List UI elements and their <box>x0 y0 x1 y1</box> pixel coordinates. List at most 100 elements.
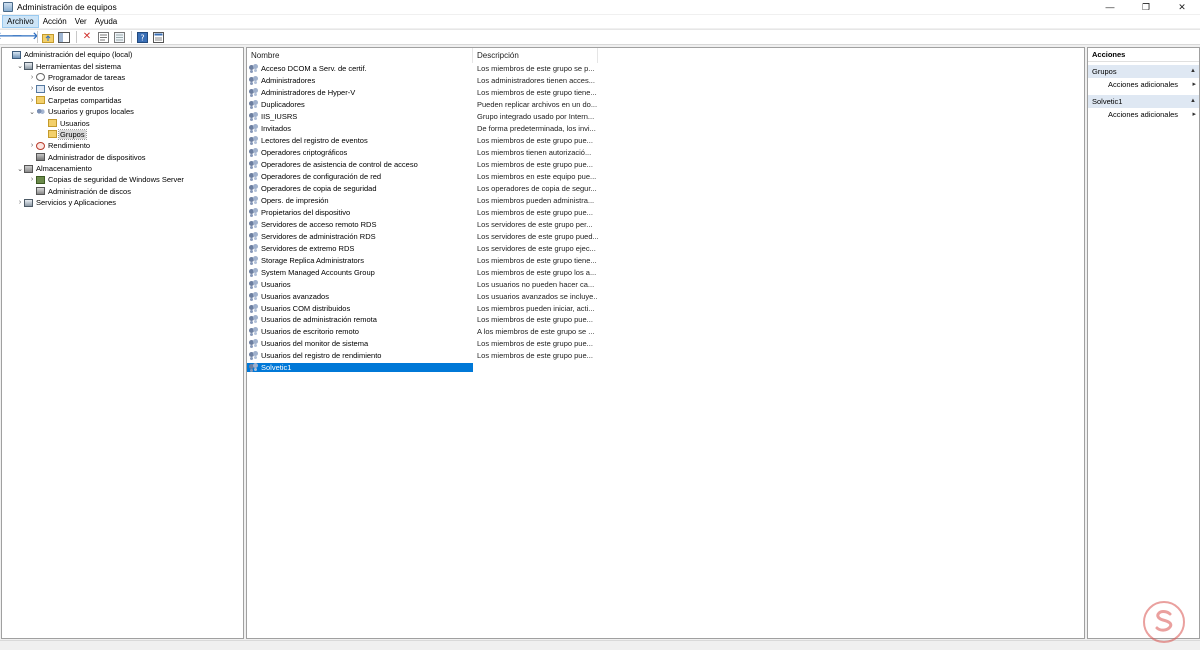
table-row[interactable]: Usuarios del monitor de sistema Los miemb… <box>247 338 1084 350</box>
group-description: Los miembros de este grupo pue... <box>477 315 593 325</box>
group-name: Operadores de asistencia de control de a… <box>261 160 418 170</box>
group-description: Los usuarios avanzados se incluye... <box>477 291 598 301</box>
tree-item-rendimiento[interactable]: › Rendimiento <box>2 140 243 151</box>
table-row[interactable]: Invitados De forma predeterminada, los in… <box>247 123 1084 135</box>
close-button[interactable]: ✕ <box>1164 0 1200 14</box>
table-row[interactable]: Usuarios COM distribuidos Los miembros pu… <box>247 302 1084 314</box>
table-row[interactable]: Propietarios del dispositivo Los miembros… <box>247 206 1084 218</box>
menu-ayuda[interactable]: Ayuda <box>91 15 122 28</box>
table-row[interactable]: Administradores Los administradores tiene… <box>247 75 1084 87</box>
tree-item-administracion-de-discos[interactable]: Administración de discos <box>2 186 243 197</box>
actions-pane: Acciones Grupos ▲ Acciones adicionales ▸ Sol… <box>1087 47 1200 639</box>
menu-accion[interactable]: Acción <box>39 15 71 28</box>
expand-chevron-icon[interactable]: › <box>28 142 36 149</box>
table-row[interactable]: Usuarios de escritorio remoto A los miemb… <box>247 326 1084 338</box>
tree-item-servicios-y-aplicaciones[interactable]: › Servicios y Aplicaciones <box>2 197 243 208</box>
tree-item-herramientas-del-sistema[interactable]: ⌄ Herramientas del sistema <box>2 60 243 71</box>
actions-section-title: Grupos <box>1092 67 1117 76</box>
collapse-chevron-icon[interactable]: ⌄ <box>16 62 24 70</box>
properties-icon[interactable] <box>96 30 110 44</box>
expand-chevron-icon[interactable]: › <box>28 176 36 183</box>
actions-section-grupos[interactable]: Grupos ▲ <box>1088 65 1199 78</box>
tree-item-usuarios[interactable]: Usuarios <box>2 117 243 128</box>
group-name: Operadores de copia de seguridad <box>261 184 377 193</box>
expand-chevron-icon[interactable]: › <box>16 199 24 206</box>
group-description: Los miembros de este grupo pue... <box>477 339 593 349</box>
minimize-button[interactable]: — <box>1092 0 1128 14</box>
tree-item-administrador-de-dispositivos[interactable]: Administrador de dispositivos <box>2 152 243 163</box>
tree-item-label: Grupos <box>58 128 87 140</box>
restore-button[interactable]: ❐ <box>1128 0 1164 14</box>
expand-chevron-icon[interactable]: › <box>28 74 36 81</box>
up-folder-icon[interactable] <box>41 30 55 44</box>
tools-icon <box>24 62 33 71</box>
column-header-description[interactable]: Descripción <box>473 48 598 63</box>
group-name: System Managed Accounts Group <box>261 267 375 277</box>
action-item-acciones-adicionales[interactable]: Acciones adicionales ▸ <box>1088 78 1199 92</box>
table-row[interactable]: Operadores criptográficos Los miembros ti… <box>247 147 1084 159</box>
group-icon <box>249 363 259 372</box>
tree-item-administracion-del-equipo-local[interactable]: Administración del equipo (local) <box>2 49 243 60</box>
table-row[interactable]: Servidores de acceso remoto RDS Los servi… <box>247 218 1084 230</box>
table-row[interactable]: Usuarios Los usuarios no pueden hacer ca.… <box>247 278 1084 290</box>
show-hide-tree-icon[interactable] <box>57 30 71 44</box>
actions-section-solvetic1[interactable]: Solvetic1 ▲ <box>1088 95 1199 108</box>
tree-item-carpetas-compartidas[interactable]: › Carpetas compartidas <box>2 95 243 106</box>
tree-item-usuarios-y-grupos-locales[interactable]: ⌄ Usuarios y grupos locales <box>2 106 243 117</box>
tree-item-visor-de-eventos[interactable]: › Visor de eventos <box>2 83 243 94</box>
column-header-name[interactable]: Nombre <box>247 48 473 63</box>
menu-ver[interactable]: Ver <box>71 15 91 28</box>
table-row[interactable]: Operadores de copia de seguridad Los oper… <box>247 183 1084 195</box>
table-row[interactable]: Usuarios de administración remota Los mie… <box>247 314 1084 326</box>
table-row[interactable]: Opers. de impresión Los miembros pueden a… <box>247 194 1084 206</box>
table-row[interactable]: Solvetic1 <box>247 362 1084 374</box>
tree-item-almacenamiento[interactable]: ⌄ Almacenamiento <box>2 163 243 174</box>
group-name-cell: Usuarios COM distribuidos <box>247 303 473 313</box>
action-item-acciones-adicionales[interactable]: Acciones adicionales ▸ <box>1088 108 1199 122</box>
group-description: Los servidores de este grupo pued... <box>477 231 598 241</box>
tree-item-label: Administrador de dispositivos <box>48 152 146 162</box>
table-row[interactable]: Administradores de Hyper-V Los miembros d… <box>247 87 1084 99</box>
collapse-triangle-icon[interactable]: ▲ <box>1190 65 1196 78</box>
toolbar-separator <box>76 31 77 43</box>
expand-chevron-icon[interactable]: › <box>28 97 36 104</box>
table-row[interactable]: Servidores de administración RDS Los serv… <box>247 230 1084 242</box>
tree-item-programador-de-tareas[interactable]: › Programador de tareas <box>2 72 243 83</box>
table-row[interactable]: Storage Replica Administrators Los miembr… <box>247 254 1084 266</box>
group-name-cell: Operadores de copia de seguridad <box>247 184 473 193</box>
tree-item-label: Rendimiento <box>48 141 91 151</box>
group-description: Los miembros de este grupo pue... <box>477 207 593 217</box>
action-item-label: Acciones adicionales <box>1108 80 1179 89</box>
table-row[interactable]: System Managed Accounts Group Los miembro… <box>247 266 1084 278</box>
table-row[interactable]: Duplicadores Pueden replicar archivos en … <box>247 99 1084 111</box>
tree-item-grupos[interactable]: Grupos <box>2 128 243 140</box>
help-icon[interactable]: ? <box>135 30 149 44</box>
svg-text:?: ? <box>140 33 144 42</box>
tree-item-copias-de-seguridad-de-windows-server[interactable]: › Copias de seguridad de Windows Server <box>2 174 243 185</box>
collapse-chevron-icon[interactable]: ⌄ <box>16 165 24 173</box>
table-row[interactable]: Operadores de configuración de red Los mi… <box>247 171 1084 183</box>
export-list-icon[interactable] <box>112 30 126 44</box>
console-view-icon[interactable] <box>151 30 165 44</box>
collapse-chevron-icon[interactable]: ⌄ <box>28 108 36 116</box>
group-icon <box>249 219 259 229</box>
table-row[interactable]: IIS_IUSRS Grupo integrado usado por Inter… <box>247 111 1084 123</box>
delete-icon[interactable]: ✕ <box>80 30 94 44</box>
window-title: Administración de equipos <box>17 2 117 12</box>
table-row[interactable]: Acceso DCOM a Serv. de certif. Los miembr… <box>247 63 1084 75</box>
table-row[interactable]: Usuarios avanzados Los usuarios avanzados… <box>247 290 1084 302</box>
group-name-cell: Usuarios del registro de rendimiento <box>247 351 473 360</box>
collapse-triangle-icon[interactable]: ▲ <box>1190 95 1196 108</box>
group-name: Operadores de configuración de red <box>261 172 382 182</box>
forward-arrow-icon[interactable]: 🡒 <box>12 30 39 44</box>
table-row[interactable]: Lectores del registro de eventos Los miem… <box>247 135 1084 147</box>
table-row[interactable]: Usuarios del registro de rendimiento Los … <box>247 350 1084 362</box>
expand-chevron-icon[interactable]: › <box>28 85 36 92</box>
actions-header: Acciones <box>1088 48 1199 62</box>
table-row[interactable]: Servidores de extremo RDS Los servidores … <box>247 242 1084 254</box>
services-icon <box>24 198 33 207</box>
backup-icon <box>36 175 45 184</box>
group-name-cell: Usuarios <box>247 279 473 289</box>
menu-archivo[interactable]: Archivo <box>2 15 39 28</box>
table-row[interactable]: Operadores de asistencia de control de a… <box>247 159 1084 171</box>
